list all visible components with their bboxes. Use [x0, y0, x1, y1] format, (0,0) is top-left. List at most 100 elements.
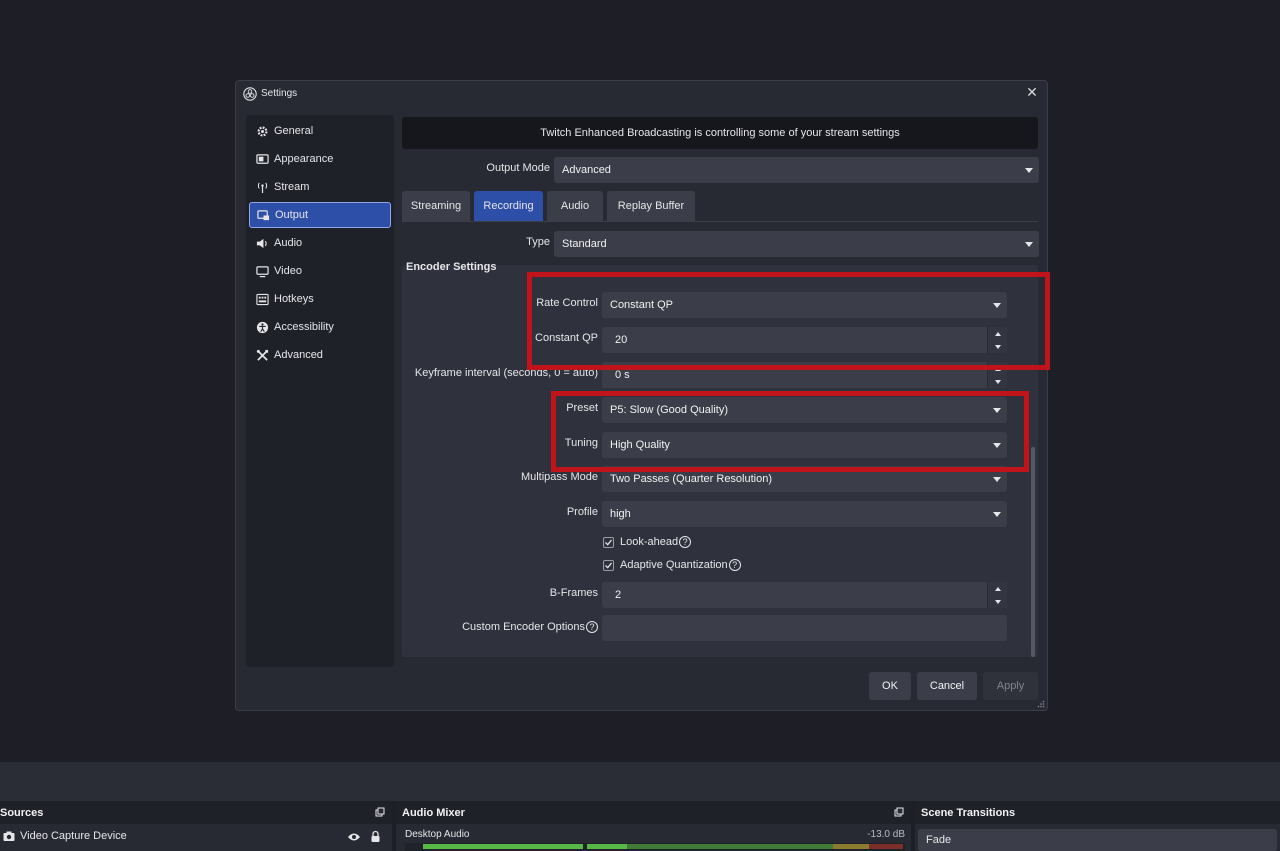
monitor-icon	[256, 265, 269, 277]
tab-streaming[interactable]: Streaming	[402, 191, 470, 221]
sidebar-item-output[interactable]: Output	[249, 202, 391, 228]
sidebar-item-appearance[interactable]: Appearance	[249, 146, 391, 172]
sources-dock: Sources Video Capture Device	[0, 801, 392, 851]
sidebar-item-label: Stream	[274, 181, 310, 193]
dialog-title: Settings	[261, 88, 298, 99]
sidebar-item-label: Audio	[274, 237, 303, 249]
bframes-value: 2	[615, 589, 622, 601]
tab-audio[interactable]: Audio	[547, 191, 603, 221]
dialog-titlebar: Settings ✕	[236, 81, 1047, 107]
volume-meter	[405, 843, 905, 851]
cancel-button[interactable]: Cancel	[917, 672, 977, 700]
annotation-box-preset-tuning	[551, 391, 1029, 472]
meter-segment-red	[869, 844, 903, 849]
sidebar-item-general[interactable]: General	[249, 118, 391, 144]
bframes-spinbox[interactable]: 2	[602, 582, 1007, 608]
resize-grip-icon[interactable]	[1037, 700, 1045, 708]
meter-segment-dim-green	[627, 844, 833, 849]
meter-segment-yellow	[833, 844, 869, 849]
profile-select[interactable]: high	[602, 501, 1007, 527]
eye-icon[interactable]	[347, 832, 361, 842]
dock-title: Scene Transitions	[915, 801, 1280, 824]
apply-button[interactable]: Apply	[983, 672, 1038, 700]
tab-label: Recording	[483, 200, 534, 212]
ok-button[interactable]: OK	[869, 672, 911, 700]
main-window-strip	[0, 762, 1280, 801]
spin-down-icon[interactable]	[988, 595, 1008, 608]
type-value: Standard	[562, 238, 607, 250]
close-icon[interactable]: ✕	[1025, 85, 1039, 99]
source-item[interactable]: Video Capture Device	[3, 830, 127, 842]
transition-select[interactable]: Fade	[918, 829, 1277, 851]
dock-title: Sources	[0, 801, 392, 824]
adaptive-quantization-label: Adaptive Quantization	[620, 559, 728, 571]
tab-label: Streaming	[410, 200, 462, 212]
type-select[interactable]: Standard	[554, 231, 1039, 257]
tab-label: Replay Buffer	[617, 200, 685, 212]
bframes-label: B-Frames	[549, 587, 598, 599]
chevron-down-icon	[987, 501, 1007, 527]
transition-value: Fade	[926, 834, 952, 846]
enhanced-broadcasting-banner: Twitch Enhanced Broadcasting is controll…	[402, 117, 1038, 149]
output-mode-label: Output Mode	[486, 162, 550, 174]
help-icon[interactable]: ?	[728, 559, 741, 571]
check-icon	[603, 559, 614, 571]
sidebar-item-video[interactable]: Video	[249, 258, 391, 284]
sidebar-item-label: Advanced	[274, 349, 323, 361]
help-icon[interactable]: ?	[679, 536, 692, 548]
accessibility-icon	[256, 321, 269, 333]
scrollbar[interactable]	[1031, 447, 1035, 657]
spin-buttons	[987, 582, 1007, 608]
custom-encoder-options-text: Custom Encoder Options	[462, 621, 585, 633]
undock-icon[interactable]	[375, 807, 385, 817]
scene-transitions-dock: Scene Transitions Fade	[915, 801, 1280, 851]
custom-encoder-options-label: Custom Encoder Options?	[402, 621, 598, 633]
lock-icon[interactable]	[370, 830, 381, 843]
tab-replay-buffer[interactable]: Replay Buffer	[607, 191, 695, 221]
tab-recording[interactable]: Recording	[474, 191, 543, 221]
chevron-down-icon	[1019, 157, 1039, 183]
audio-mixer-dock: Audio Mixer Desktop Audio -13.0 dB	[396, 801, 911, 851]
sidebar-item-label: General	[274, 125, 314, 137]
sidebar-item-stream[interactable]: Stream	[249, 174, 391, 200]
dock-title: Audio Mixer	[396, 801, 911, 824]
mixer-level-readout: -13.0 dB	[867, 829, 905, 840]
encoder-settings-title: Encoder Settings	[406, 261, 497, 273]
tab-divider	[402, 221, 1038, 222]
sidebar-item-label: Accessibility	[274, 321, 334, 333]
output-mode-select[interactable]: Advanced	[554, 157, 1039, 183]
meter-segment-green	[587, 844, 627, 849]
mixer-channel-label: Desktop Audio	[405, 829, 470, 840]
gear-icon	[257, 125, 268, 137]
spin-up-icon[interactable]	[988, 582, 1008, 595]
monitor-output-icon	[257, 209, 270, 220]
sidebar-item-audio[interactable]: Audio	[249, 230, 391, 256]
settings-sidebar: General Appearance Stream Output Audio V…	[246, 115, 394, 667]
obs-logo-icon	[243, 87, 257, 101]
keyboard-icon	[256, 293, 269, 305]
sidebar-item-accessibility[interactable]: Accessibility	[249, 314, 391, 340]
undock-icon[interactable]	[894, 807, 904, 817]
appearance-icon	[256, 153, 269, 164]
multipass-value: Two Passes (Quarter Resolution)	[610, 473, 773, 485]
sidebar-item-label: Output	[275, 209, 309, 221]
tools-icon	[256, 349, 269, 361]
annotation-box-rate-control	[527, 272, 1050, 370]
custom-encoder-options-input[interactable]	[602, 615, 1007, 641]
adaptive-quantization-checkbox[interactable]: Adaptive Quantization ?	[603, 559, 741, 571]
output-mode-value: Advanced	[562, 164, 611, 176]
sidebar-item-label: Video	[274, 265, 302, 277]
lookahead-checkbox[interactable]: Look-ahead ?	[603, 536, 692, 548]
spin-down-icon[interactable]	[988, 375, 1008, 388]
profile-value: high	[610, 508, 631, 520]
sidebar-item-label: Appearance	[274, 153, 334, 165]
settings-dialog: Settings ✕ General Appearance Stream Out…	[235, 80, 1050, 711]
help-icon[interactable]: ?	[586, 621, 598, 633]
speaker-icon	[256, 238, 267, 248]
meter-segment-green	[423, 844, 583, 849]
tab-label: Audio	[560, 200, 590, 212]
sidebar-item-advanced[interactable]: Advanced	[249, 342, 391, 368]
antenna-icon	[257, 182, 268, 193]
profile-label: Profile	[566, 506, 598, 518]
sidebar-item-hotkeys[interactable]: Hotkeys	[249, 286, 391, 312]
